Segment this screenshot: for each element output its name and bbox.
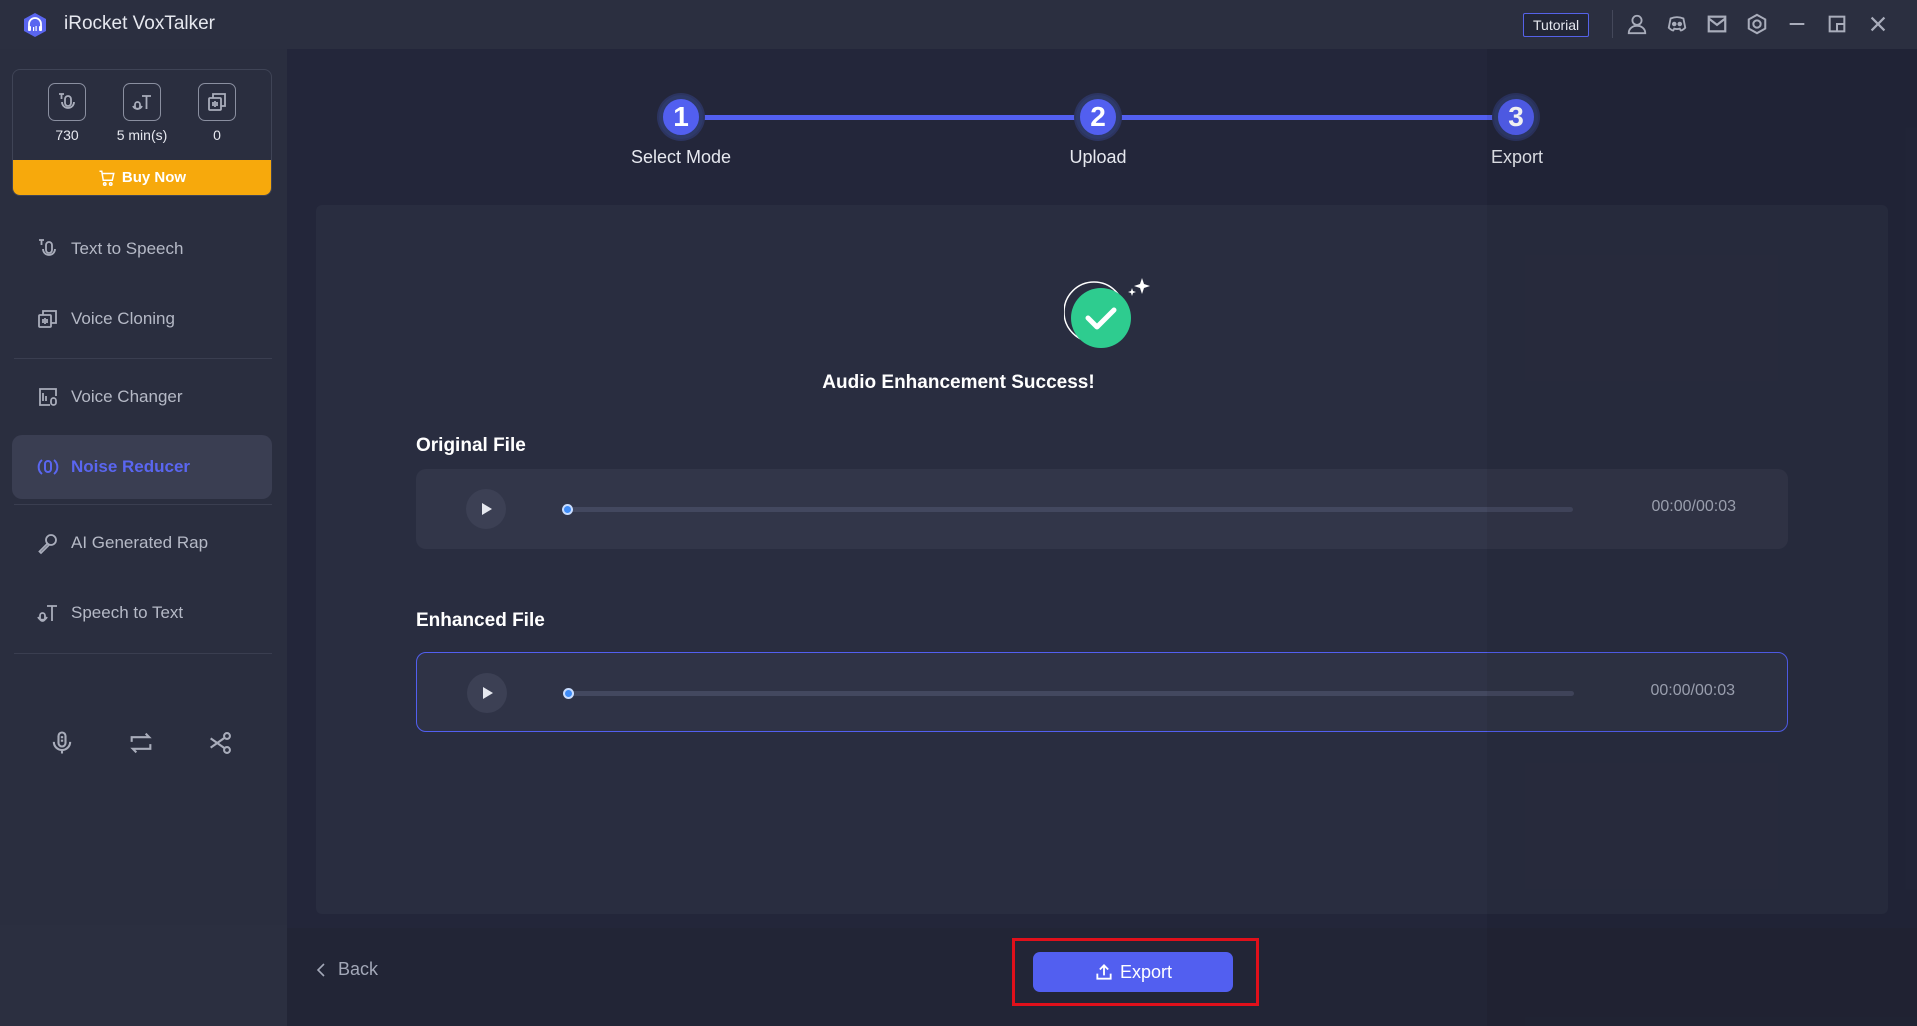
settings-icon[interactable]: [1745, 12, 1769, 36]
step-connector: [1120, 115, 1498, 120]
play-button[interactable]: [467, 673, 507, 713]
voice-record-icon[interactable]: [48, 729, 76, 757]
nav-label: Text to Speech: [71, 239, 184, 258]
microphone-icon: [38, 534, 57, 555]
sidebar-item-voice-cloning[interactable]: Voice Cloning: [12, 287, 272, 351]
voice-cloning-icon: [198, 83, 236, 121]
sidebar-footer: [0, 925, 287, 1026]
upload-icon: [1096, 964, 1112, 980]
tutorial-button[interactable]: Tutorial: [1523, 13, 1590, 37]
quota-voice-cloning: 0: [187, 83, 247, 143]
quota-value: 0: [213, 127, 221, 143]
original-audio-player: 00:00/00:03: [416, 469, 1788, 549]
app-title: iRocket VoxTalker: [64, 13, 216, 34]
nav-label: Voice Cloning: [71, 309, 175, 328]
step-2-indicator: 2: [1076, 95, 1120, 139]
quota-text-to-speech: 730: [37, 83, 97, 143]
nav-label: AI Generated Rap: [71, 533, 209, 552]
sidebar: 730 5 min(s) 0 Buy Now Text to Speech Vo…: [0, 49, 287, 1026]
discord-icon[interactable]: [1665, 12, 1689, 36]
export-button[interactable]: Export: [1033, 952, 1233, 992]
step-1-indicator: 1: [659, 95, 703, 139]
time-readout: 00:00/00:03: [1651, 498, 1736, 515]
export-label: Export: [1119, 961, 1173, 982]
step-2-label: Upload: [1069, 147, 1127, 167]
nav-label: Speech to Text: [71, 603, 184, 622]
step-1-label: Select Mode: [630, 147, 732, 167]
restore-icon[interactable]: [1825, 12, 1849, 36]
convert-icon[interactable]: [127, 729, 155, 757]
text-to-speech-icon: [48, 83, 86, 121]
quota-value: 5 min(s): [116, 127, 168, 143]
user-icon[interactable]: [1625, 12, 1649, 36]
sidebar-item-ai-generated-rap[interactable]: AI Generated Rap: [12, 511, 272, 575]
success-title: Audio Enhancement Success!: [822, 372, 1095, 393]
sidebar-item-noise-reducer[interactable]: Noise Reducer: [12, 435, 272, 499]
mail-icon[interactable]: [1705, 12, 1729, 36]
play-icon: [482, 503, 492, 515]
noise-reducer-icon: [37, 459, 59, 475]
progress-slider[interactable]: [563, 688, 1574, 699]
play-button[interactable]: [466, 489, 506, 529]
chevron-left-icon: [316, 962, 325, 977]
original-file-label: Original File: [416, 435, 526, 456]
speech-to-text-icon: [37, 605, 57, 622]
play-icon: [483, 687, 493, 699]
step-connector: [703, 115, 1080, 120]
minimize-icon[interactable]: [1785, 12, 1809, 36]
close-icon[interactable]: [1866, 12, 1890, 36]
text-to-speech-icon: [39, 239, 56, 256]
step-3-indicator: 3: [1494, 95, 1538, 139]
sidebar-divider: [14, 504, 272, 505]
back-label: Back: [338, 959, 379, 979]
voice-cloning-icon: [38, 310, 57, 328]
cut-icon[interactable]: [206, 729, 234, 757]
quota-speech-to-text: 5 min(s): [112, 83, 172, 143]
app-logo-icon: [24, 13, 46, 37]
progress-slider[interactable]: [562, 504, 1573, 515]
titlebar-divider: [1612, 10, 1613, 38]
step-3-label: Export: [1490, 147, 1544, 167]
quota-value: 730: [55, 127, 79, 143]
enhanced-audio-player: 00:00/00:03: [416, 652, 1788, 732]
sidebar-divider: [14, 358, 272, 359]
buy-now-button[interactable]: Buy Now: [13, 160, 271, 195]
sidebar-divider: [14, 653, 272, 654]
cart-icon: [99, 170, 115, 186]
sidebar-item-text-to-speech[interactable]: Text to Speech: [12, 217, 272, 281]
speech-to-text-icon: [123, 83, 161, 121]
back-button[interactable]: Back: [316, 959, 378, 980]
enhanced-file-label: Enhanced File: [416, 610, 545, 631]
nav-label: Noise Reducer: [71, 457, 191, 476]
buy-now-label: Buy Now: [121, 169, 187, 186]
slider-handle[interactable]: [562, 504, 573, 515]
success-check-icon: [1064, 278, 1150, 348]
quota-card: 730 5 min(s) 0 Buy Now: [12, 69, 272, 196]
slider-handle[interactable]: [563, 688, 574, 699]
title-bar: iRocket VoxTalker Tutorial: [0, 0, 1917, 49]
time-readout: 00:00/00:03: [1650, 682, 1735, 699]
sidebar-item-speech-to-text[interactable]: Speech to Text: [12, 581, 272, 645]
